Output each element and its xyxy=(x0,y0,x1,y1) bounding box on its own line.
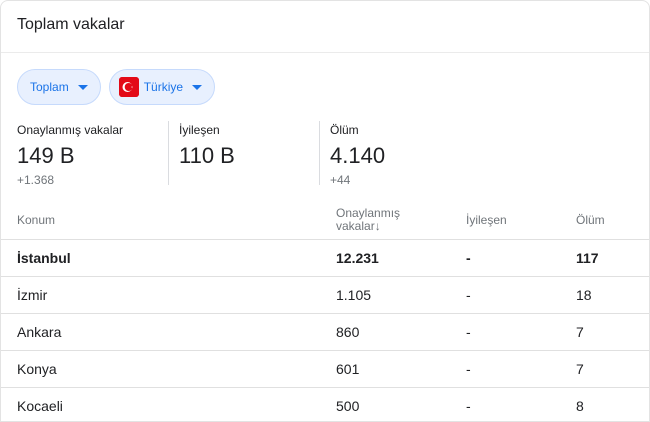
cell-recovered: - xyxy=(466,350,576,388)
type-filter-chip[interactable]: Toplam xyxy=(17,69,101,105)
cell-confirmed: 1.105 xyxy=(336,276,466,314)
cases-card: Toplam vakalar Toplam Türkiye Onaylanmış… xyxy=(0,0,650,422)
cell-deaths: 8 xyxy=(576,387,649,421)
cell-location: Konya xyxy=(1,350,336,388)
filter-chips: Toplam Türkiye xyxy=(17,69,216,105)
stat-recovered: İyileşen 110 B xyxy=(168,121,319,185)
stat-delta: +1.368 xyxy=(17,173,55,187)
cell-location: Kocaeli xyxy=(1,387,336,421)
table-row[interactable]: Kocaeli 500 - 8 xyxy=(1,387,649,421)
stat-deaths: Ölüm 4.140 +44 xyxy=(319,121,479,187)
turkey-flag-icon xyxy=(118,77,139,97)
cell-deaths: 18 xyxy=(576,276,649,314)
summary-stats: Onaylanmış vakalar 149 B +1.368 İyileşen… xyxy=(17,121,479,187)
cell-recovered: - xyxy=(466,313,576,351)
column-header-location[interactable]: Konum xyxy=(1,201,336,240)
country-filter-chip[interactable]: Türkiye xyxy=(108,69,216,105)
stat-value: 149 B xyxy=(17,143,75,168)
table-header-row: Konum Onaylanmış vakalar↓ İyileşen Ölüm xyxy=(1,201,649,240)
cell-recovered: - xyxy=(466,387,576,421)
dropdown-caret-icon xyxy=(77,84,88,90)
column-header-recovered[interactable]: İyileşen xyxy=(466,201,576,240)
cell-confirmed: 12.231 xyxy=(336,239,466,277)
cell-location: Ankara xyxy=(1,313,336,351)
cell-recovered: - xyxy=(466,276,576,314)
stat-delta: +44 xyxy=(330,173,351,187)
cell-deaths: 7 xyxy=(576,313,649,351)
column-header-confirmed-line1: Onaylanmış xyxy=(336,205,401,220)
column-header-confirmed-line2: vakalar xyxy=(336,218,375,233)
stat-confirmed: Onaylanmış vakalar 149 B +1.368 xyxy=(17,121,168,187)
cell-confirmed: 500 xyxy=(336,387,466,421)
dropdown-caret-icon xyxy=(192,84,203,90)
cell-recovered: - xyxy=(466,239,576,277)
column-header-confirmed[interactable]: Onaylanmış vakalar↓ xyxy=(336,201,466,240)
stat-label: İyileşen xyxy=(179,123,220,137)
stat-label: Onaylanmış vakalar xyxy=(17,123,124,137)
table-row[interactable]: İzmir 1.105 - 18 xyxy=(1,276,649,314)
table-row[interactable]: Ankara 860 - 7 xyxy=(1,313,649,351)
stat-label: Ölüm xyxy=(330,123,359,137)
cell-confirmed: 860 xyxy=(336,313,466,351)
cell-deaths: 117 xyxy=(576,239,649,277)
cell-deaths: 7 xyxy=(576,350,649,388)
stat-value: 110 B xyxy=(179,143,235,168)
stat-value: 4.140 xyxy=(330,143,386,168)
type-filter-label: Toplam xyxy=(30,80,69,94)
cell-confirmed: 601 xyxy=(336,350,466,388)
cases-table: Konum Onaylanmış vakalar↓ İyileşen Ölüm … xyxy=(1,201,649,421)
country-filter-label: Türkiye xyxy=(143,80,184,94)
cell-location: İstanbul xyxy=(1,239,336,277)
table-row[interactable]: İstanbul 12.231 - 117 xyxy=(1,239,649,277)
table-row[interactable]: Konya 601 - 7 xyxy=(1,350,649,388)
card-title: Toplam vakalar xyxy=(1,1,649,53)
cell-location: İzmir xyxy=(1,276,336,314)
column-header-deaths[interactable]: Ölüm xyxy=(576,201,649,240)
sort-down-icon: ↓ xyxy=(374,218,381,233)
